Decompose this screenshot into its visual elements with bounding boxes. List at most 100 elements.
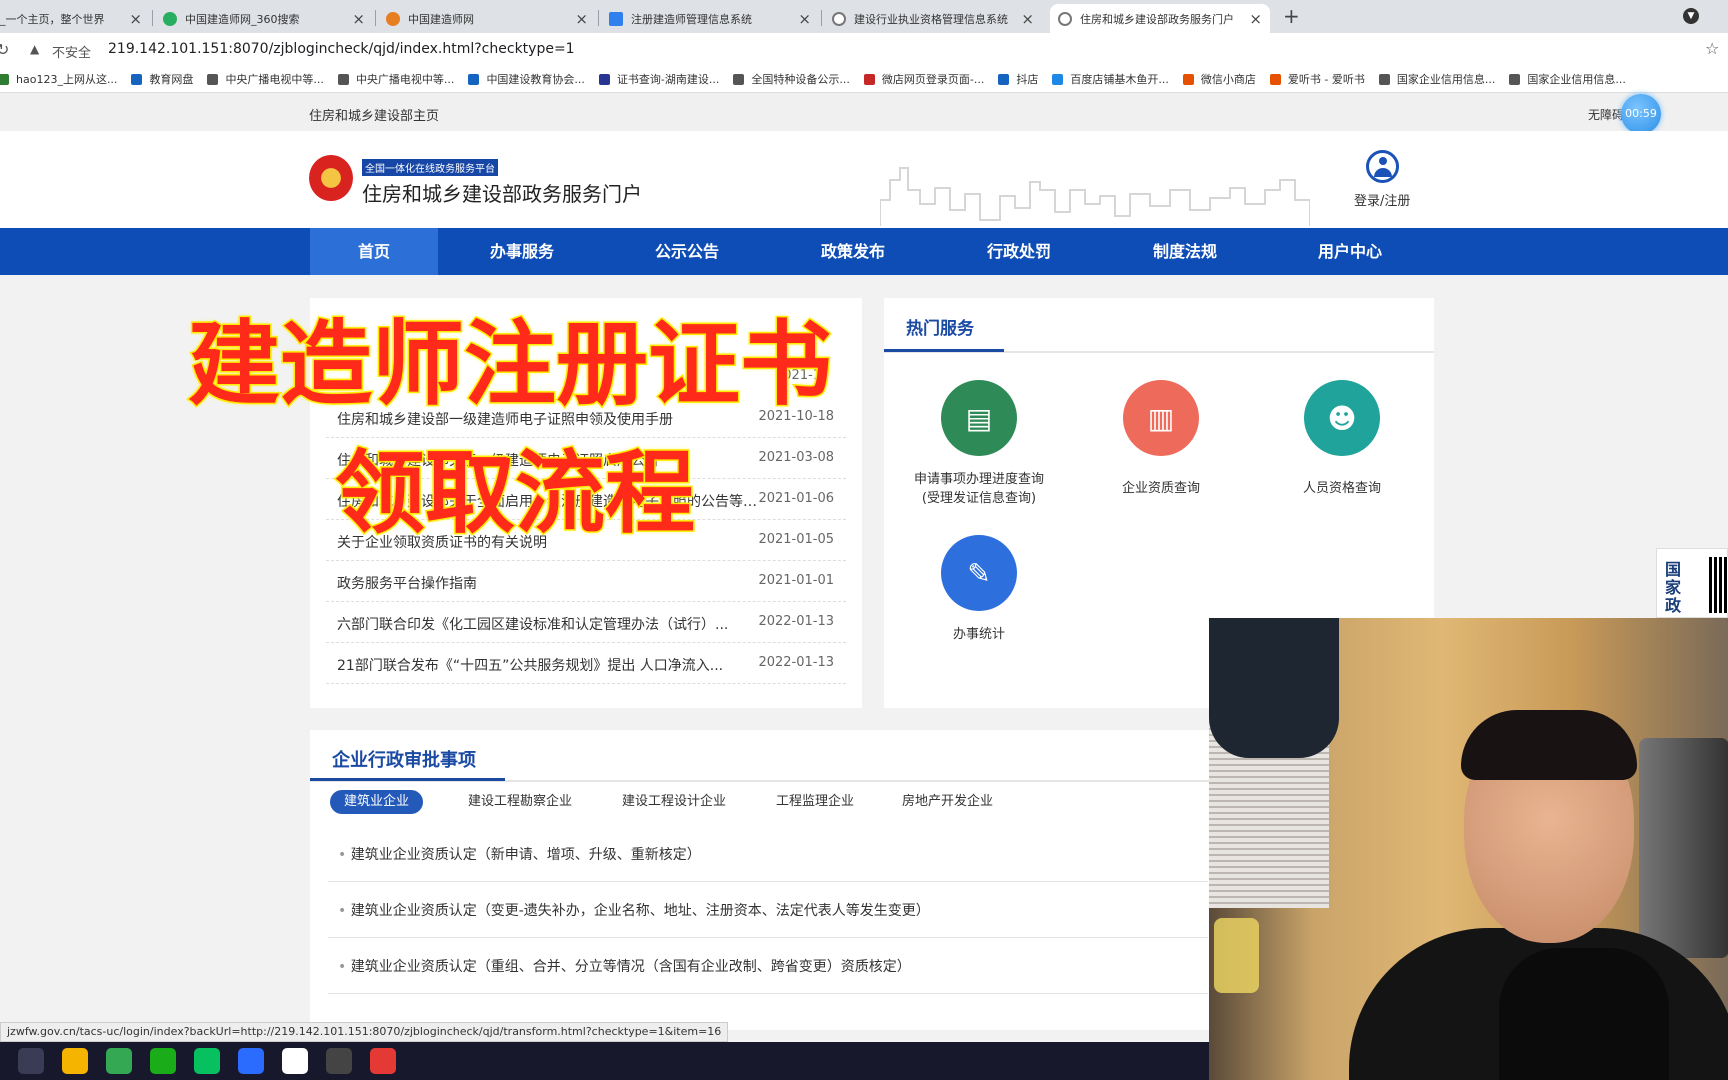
ministry-home-link[interactable]: 住房和城乡建设部主页	[309, 105, 439, 124]
approval-panel: 企业行政审批事项 建筑业企业 建设工程勘察企业 建设工程设计企业 工程监理企业 …	[310, 730, 1210, 1030]
browser-tab[interactable]: 注册建造师管理信息系统 ×	[601, 4, 819, 33]
close-icon[interactable]: ×	[798, 10, 811, 28]
bookmark-item[interactable]: 微信小商店	[1182, 71, 1256, 87]
city-skyline-decoration	[880, 167, 1310, 226]
wechat-icon[interactable]	[194, 1048, 220, 1074]
accessibility-link[interactable]: 无障碍	[1588, 106, 1624, 123]
progress-query-icon[interactable]: ▤	[941, 380, 1017, 456]
bookmark-label: 国家企业信用信息...	[1396, 73, 1496, 86]
bookmark-star-icon[interactable]: ☆	[1705, 39, 1719, 58]
bookmark-item[interactable]: 中央广播电视中等...	[207, 71, 324, 87]
section-underline	[884, 349, 1004, 352]
tab-design-enterprise[interactable]: 建设工程设计企业	[608, 790, 740, 814]
tab-favicon-icon	[609, 11, 623, 26]
browser-tab[interactable]: 中国建造师网 ×	[378, 4, 596, 33]
notice-row[interactable]: 六部门联合印发《化工园区建设标准和认定管理办法（试行）... 2022-01-13	[326, 602, 846, 643]
bookmark-favicon-icon	[468, 73, 480, 85]
recording-timer: 00:59	[1621, 94, 1661, 134]
bookmark-item[interactable]: 国家企业信用信息...	[1378, 71, 1496, 87]
service-statistics[interactable]: ✎ 办事统计	[884, 535, 1074, 644]
tab-divider	[821, 10, 822, 26]
reload-icon[interactable]: ↻	[0, 40, 9, 59]
bookmark-item[interactable]: hao123_上网从这...	[0, 71, 117, 87]
user-icon[interactable]	[1366, 150, 1399, 183]
bookmark-item[interactable]: 全国特种设备公示...	[733, 71, 850, 87]
nav-user-center[interactable]: 用户中心	[1288, 228, 1412, 275]
service-progress-query[interactable]: ▤ 申请事项办理进度查询 (受理发证信息查询)	[884, 380, 1074, 508]
feather-icon[interactable]	[282, 1048, 308, 1074]
bookmark-item[interactable]: 微店网页登录页面-...	[863, 71, 984, 87]
bookmark-favicon-icon	[998, 73, 1010, 85]
bookmark-favicon-icon	[863, 73, 875, 85]
url-input[interactable]: 219.142.101.151:8070/zjblogincheck/qjd/i…	[108, 41, 575, 57]
approval-item[interactable]: 建筑业企业资质认定（新申请、增项、升级、重新核定）	[328, 826, 1208, 882]
worker-helmet-icon[interactable]: ☻	[1304, 380, 1380, 456]
new-tab-button[interactable]: +	[1283, 4, 1300, 28]
browser-tab[interactable]: 中国建造师网_360搜索 ×	[155, 4, 373, 33]
close-icon[interactable]: ×	[129, 10, 142, 28]
photos-icon[interactable]	[326, 1048, 352, 1074]
approval-item[interactable]: 建筑业企业资质认定（变更-遗失补办，企业名称、地址、注册资本、法定代表人等发生变…	[328, 882, 1208, 938]
bookmark-item[interactable]: 国家企业信用信息...	[1509, 71, 1626, 87]
mail-icon[interactable]	[62, 1048, 88, 1074]
site-top-bar: 住房和城乡建设部主页 无障碍	[0, 93, 1728, 131]
nav-announcements[interactable]: 公示公告	[625, 228, 749, 275]
service-personnel-qualification[interactable]: ☻ 人员资格查询	[1247, 380, 1437, 498]
bookmark-item[interactable]: 中央广播电视中等...	[337, 71, 454, 87]
bookmark-label: 百度店铺基木鱼开...	[1070, 73, 1169, 86]
chrome-icon[interactable]	[106, 1048, 132, 1074]
nav-policy[interactable]: 政策发布	[791, 228, 915, 275]
status-url: jzwfw.gov.cn/tacs-uc/login/index?backUrl…	[0, 1022, 729, 1042]
close-icon[interactable]: ×	[1249, 10, 1262, 28]
tab-real-estate-enterprise[interactable]: 房地产开发企业	[888, 790, 1007, 814]
bookmark-item[interactable]: 教育网盘	[131, 71, 193, 87]
tab-search-icon[interactable]: ▼	[1683, 8, 1699, 24]
bookmark-item[interactable]: 爱听书 - 爱听书	[1269, 71, 1365, 87]
building-icon[interactable]: ▥	[1123, 380, 1199, 456]
nav-penalties[interactable]: 行政处罚	[957, 228, 1081, 275]
approval-item[interactable]: 建筑业企业资质认定（重组、合并、分立等情况（含国有企业改制、跨省变更）资质核定）	[328, 938, 1208, 994]
task-view-icon[interactable]	[18, 1048, 44, 1074]
portal-title: 住房和城乡建设部政务服务门户	[362, 182, 642, 206]
approval-title: 企业行政审批事项	[332, 750, 476, 771]
tab-divider	[375, 10, 376, 26]
bookmark-favicon-icon	[337, 73, 349, 85]
browser-360-icon[interactable]	[150, 1048, 176, 1074]
bookmark-favicon-icon	[598, 73, 610, 85]
close-icon[interactable]: ×	[1021, 10, 1034, 28]
bookmark-item[interactable]: 抖店	[998, 71, 1038, 87]
app-6-icon[interactable]	[370, 1048, 396, 1074]
warning-icon[interactable]: ▲	[30, 42, 39, 56]
mic-stand	[1639, 738, 1728, 958]
side-qr-widget[interactable]: 国家政	[1656, 548, 1728, 618]
office-icon[interactable]	[238, 1048, 264, 1074]
nav-home[interactable]: 首页	[310, 228, 438, 275]
tab-survey-enterprise[interactable]: 建设工程勘察企业	[454, 790, 586, 814]
presenter-hair	[1461, 710, 1637, 780]
browser-tab[interactable]: _一个主页，整个世界 ×	[0, 4, 150, 33]
notice-row[interactable]: 政务服务平台操作指南 2021-01-01	[326, 561, 846, 602]
qr-code-icon	[1709, 557, 1728, 613]
nav-services[interactable]: 办事服务	[460, 228, 584, 275]
bookmark-favicon-icon	[733, 73, 745, 85]
login-register-link[interactable]: 登录/注册	[1354, 190, 1410, 209]
bookmark-item[interactable]: 中国建设教育协会...	[468, 71, 585, 87]
close-icon[interactable]: ×	[575, 10, 588, 28]
insecure-label[interactable]: 不安全	[52, 42, 91, 61]
notice-row[interactable]: 21部门联合发布《“十四五”公共服务规划》提出 人口净流入... 2022-01-…	[326, 643, 846, 684]
tools-icon[interactable]: ✎	[941, 535, 1017, 611]
close-icon[interactable]: ×	[352, 10, 365, 28]
national-emblem-logo	[309, 155, 353, 201]
browser-tab-active[interactable]: 住房和城乡建设部政务服务门户 ×	[1050, 4, 1270, 33]
bookmark-item[interactable]: 证书查询-湖南建设...	[598, 71, 719, 87]
tab-supervision-enterprise[interactable]: 工程监理企业	[762, 790, 868, 814]
main-nav: 首页 办事服务 公示公告 政策发布 行政处罚 制度法规 用户中心	[0, 228, 1728, 275]
browser-tab[interactable]: 建设行业执业资格管理信息系统 ×	[824, 4, 1042, 33]
bookmark-item[interactable]: 百度店铺基木鱼开...	[1052, 71, 1169, 87]
tab-favicon-icon	[386, 11, 400, 26]
nav-regulations[interactable]: 制度法规	[1123, 228, 1247, 275]
service-company-qualification[interactable]: ▥ 企业资质查询	[1066, 380, 1256, 498]
tab-divider	[598, 10, 599, 26]
microphone	[1499, 948, 1669, 1080]
tab-construction-enterprise[interactable]: 建筑业企业	[330, 790, 424, 814]
